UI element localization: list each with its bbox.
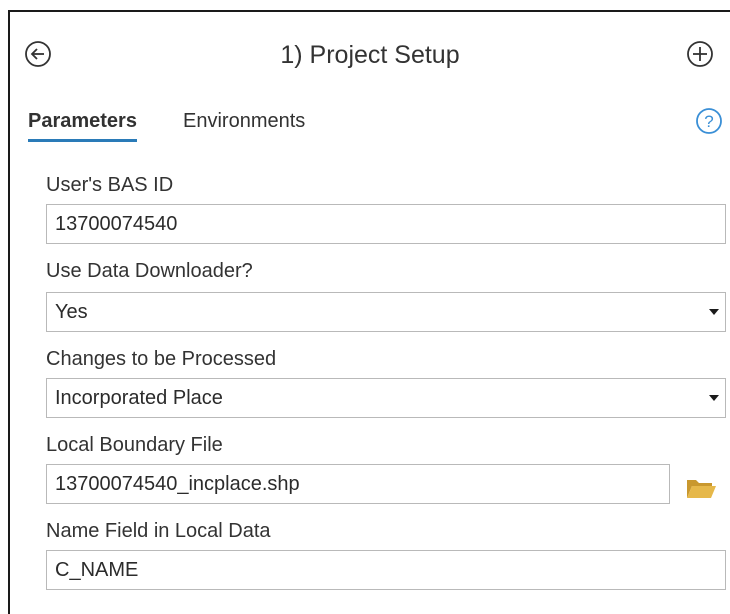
changes-select[interactable]: Incorporated Place bbox=[46, 378, 726, 418]
browse-button[interactable] bbox=[684, 474, 718, 502]
changes-label: Changes to be Processed bbox=[46, 348, 277, 370]
tab-environments[interactable]: Environments bbox=[183, 110, 305, 133]
use-downloader-select[interactable]: Yes bbox=[46, 292, 726, 332]
svg-text:?: ? bbox=[704, 112, 713, 131]
name-field-select[interactable]: C_NAME bbox=[46, 550, 726, 590]
add-button[interactable] bbox=[686, 40, 714, 68]
help-button[interactable]: ? bbox=[695, 107, 723, 135]
chevron-down-icon bbox=[709, 309, 719, 315]
name-field-value: C_NAME bbox=[55, 559, 139, 581]
pane-header: 1) Project Setup bbox=[10, 12, 730, 98]
use-downloader-value: Yes bbox=[55, 301, 88, 323]
use-downloader-label: Use Data Downloader? bbox=[46, 260, 253, 282]
chevron-down-icon bbox=[709, 395, 719, 401]
tab-parameters[interactable]: Parameters bbox=[28, 110, 137, 142]
bas-id-value: 13700074540 bbox=[55, 213, 178, 235]
bas-id-input[interactable]: 13700074540 bbox=[46, 204, 726, 244]
changes-value: Incorporated Place bbox=[55, 387, 223, 409]
plus-circle-icon bbox=[687, 41, 713, 67]
bas-id-label: User's BAS ID bbox=[46, 174, 174, 196]
folder-open-icon bbox=[687, 480, 716, 498]
boundary-file-input[interactable]: 13700074540_incplace.shp bbox=[46, 464, 670, 504]
geoprocessing-pane: 1) Project Setup Parameters Environments… bbox=[8, 10, 730, 614]
help-question-icon: ? bbox=[696, 108, 722, 134]
boundary-file-label: Local Boundary File bbox=[46, 434, 223, 456]
boundary-file-value: 13700074540_incplace.shp bbox=[55, 473, 300, 495]
name-field-label: Name Field in Local Data bbox=[46, 520, 271, 542]
page-title: 1) Project Setup bbox=[280, 41, 460, 69]
